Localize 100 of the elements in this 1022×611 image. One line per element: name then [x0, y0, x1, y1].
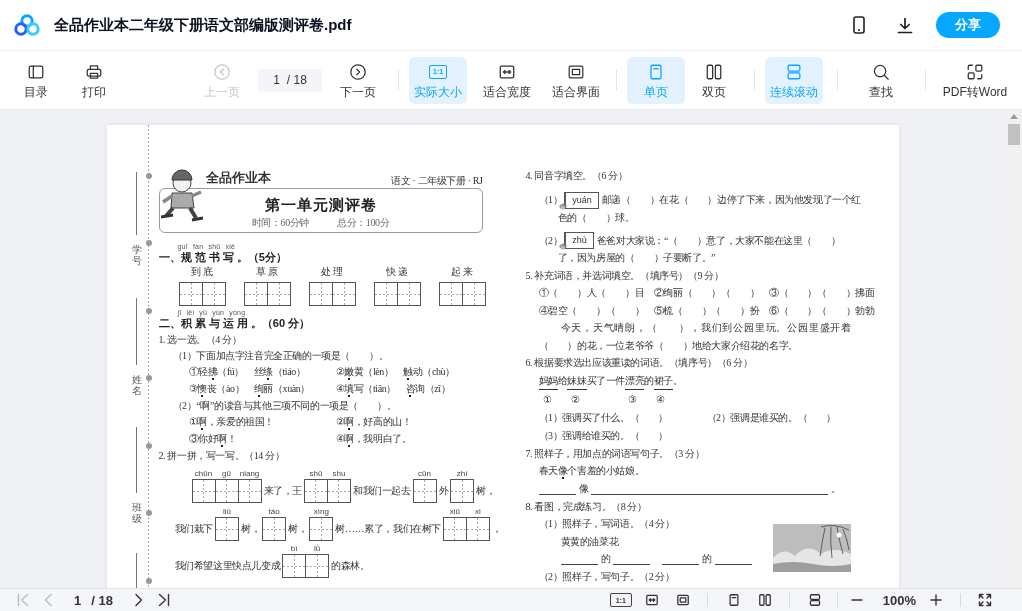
fit-width-icon[interactable] — [644, 593, 659, 607]
writing-box — [262, 517, 287, 542]
writing-box — [202, 282, 226, 306]
number-label: ④ — [655, 392, 665, 407]
file-title: 全品作业本二年级下册语文部编版测评卷.pdf — [54, 15, 352, 35]
margin-label: 班级 — [131, 502, 142, 524]
option-text: ①轻拂（fú） 丝绦（tiáo） — [188, 363, 306, 381]
pinyin-text: táo — [268, 506, 280, 518]
sentence-text: 树， — [240, 522, 261, 537]
brand-name: 全品作业本 — [205, 169, 271, 187]
word-label: 快递 — [385, 265, 410, 278]
sentence-text: 的 — [600, 552, 611, 566]
dot-icon — [145, 172, 152, 179]
logo-icon[interactable] — [14, 14, 40, 36]
sentence-text: 树， — [476, 484, 496, 499]
question-text: （2）“啊”的读音与其他三项不同的一项是（ ）。 — [172, 398, 397, 413]
sentence-text: 我们栽下 — [174, 522, 213, 537]
question-text: 邮递（ ）在花（ ）边停了下来，因为他发现了一个红 — [601, 193, 862, 208]
sentence-text: 妈妈给妹妹买了一件漂亮的裙子。 — [538, 371, 683, 390]
pinyin-text: niang — [239, 468, 260, 480]
print-button[interactable]: 打印 — [65, 56, 123, 104]
margin-label: 姓名 — [131, 374, 142, 396]
chevron-left-icon — [213, 62, 231, 81]
mascot-drawing — [160, 166, 203, 222]
writing-box — [282, 554, 307, 579]
two-page-button[interactable]: 双页 — [685, 56, 743, 104]
pinyin-text: gū — [222, 468, 231, 480]
pinyin-text: liǔ — [222, 506, 231, 518]
dot-icon — [145, 375, 152, 381]
next-page-button[interactable]: 下一页 — [329, 56, 387, 104]
sentence-text: 和我们一起去 — [352, 484, 411, 499]
flower-icon — [559, 242, 568, 250]
flower-icon — [559, 201, 568, 210]
question-text: 8. 看图，完成练习。（8 分） — [525, 499, 647, 514]
writing-box — [450, 479, 475, 504]
convert-button[interactable]: PDF转Word — [940, 56, 1010, 104]
page-input[interactable]: 1 / 18 — [258, 68, 322, 92]
question-text: 6. 根据要求选出应该重读的词语。（填序号）（6 分） — [525, 356, 753, 370]
dot-icon — [145, 577, 152, 584]
subject-label: 语文 · 二年级下册 · RJ — [391, 175, 483, 187]
fullscreen-icon[interactable] — [978, 593, 992, 607]
pinyin-text: chūn — [194, 468, 213, 480]
search-button[interactable]: 查找 — [852, 56, 910, 104]
fit-width-button[interactable]: 适合宽度 — [478, 56, 536, 104]
question-text: 7. 照样子，用加点的词语写句子。（3 分） — [525, 446, 705, 461]
two-pages-icon — [705, 62, 723, 81]
option-text: ②嫩黄（lèn） 触动（chù） — [335, 363, 455, 381]
stacked-pages-icon[interactable] — [807, 593, 822, 607]
search-icon — [872, 62, 890, 81]
page-icon — [647, 62, 665, 81]
scrollbar-thumb[interactable] — [1007, 124, 1020, 145]
writing-box — [374, 282, 398, 306]
chevron-right-icon[interactable] — [134, 593, 143, 607]
question-text: 爸爸对大家说：“（ ）意了，大家不能在这里（ ） — [596, 233, 841, 248]
option-text: ③你好啊！ — [188, 431, 237, 449]
word-label: 草原 — [255, 265, 280, 278]
contents-button[interactable]: 目录 — [7, 56, 65, 104]
download-icon[interactable] — [897, 16, 913, 34]
stacked-pages-icon — [785, 62, 803, 81]
question-text: （3）强调给谁买的。（ ） — [538, 429, 668, 443]
sentence-text: 我们希望这里快点儿变成 — [174, 559, 281, 574]
scrollbar[interactable] — [1005, 110, 1022, 588]
number-label: ③ — [627, 392, 637, 407]
section-heading: 一、规 范 书 写 。（5分） — [158, 251, 287, 264]
writing-box — [326, 479, 351, 504]
exam-title: 第一单元测评卷 — [264, 196, 377, 214]
fit-page-icon[interactable] — [675, 593, 690, 607]
question-text: ①（ ）人（ ）目 ②绚丽（ ）（ ） ③（ ）（ ）拂面 — [538, 286, 875, 300]
exam-time: 时间：60分钟 — [251, 217, 309, 228]
plus-icon[interactable] — [930, 594, 942, 606]
question-text: 色的（ ）球。 — [557, 210, 635, 225]
chevron-right-icon — [349, 62, 367, 81]
pinyin-text: shū — [309, 468, 323, 480]
sentence-text: 像 — [578, 482, 589, 496]
writing-box — [305, 554, 330, 579]
question-text: （1）照样子，写词语。（4 分） — [538, 517, 675, 531]
phone-icon[interactable] — [851, 16, 867, 34]
last-page-icon[interactable] — [157, 593, 170, 607]
writing-box — [179, 282, 203, 306]
fit-page-button[interactable]: 适合界面 — [547, 56, 605, 104]
word-label: 起来 — [450, 265, 475, 278]
question-text: 4. 同音字填空。（6 分） — [525, 168, 628, 183]
pinyin-text: bì — [290, 543, 298, 555]
writing-box — [309, 282, 333, 306]
question-text: 黄黄的油菜花 — [560, 534, 619, 549]
option-text: ③懊丧（ào） 绚丽（xuàn） — [188, 380, 310, 398]
word-label: 处理 — [320, 265, 345, 278]
question-text: （2）照样子，写句子。（2 分） — [538, 569, 675, 584]
writing-box — [214, 479, 239, 504]
writing-box — [442, 517, 467, 542]
writing-box — [267, 282, 291, 306]
option-text: （2）强调是谁买的。（ ） — [706, 411, 836, 425]
two-pages-icon[interactable] — [757, 593, 772, 607]
sentence-text: 。 — [831, 482, 841, 496]
margin-label: 学号 — [131, 244, 142, 266]
page-number[interactable]: 1 — [74, 592, 82, 608]
writing-box — [462, 282, 486, 306]
item-number: （2） — [538, 233, 563, 248]
number-label: ② — [571, 392, 580, 407]
passage-text: 今天，天气晴朗，（ ），我们到公园里玩。公园里盛开着 — [559, 321, 853, 335]
